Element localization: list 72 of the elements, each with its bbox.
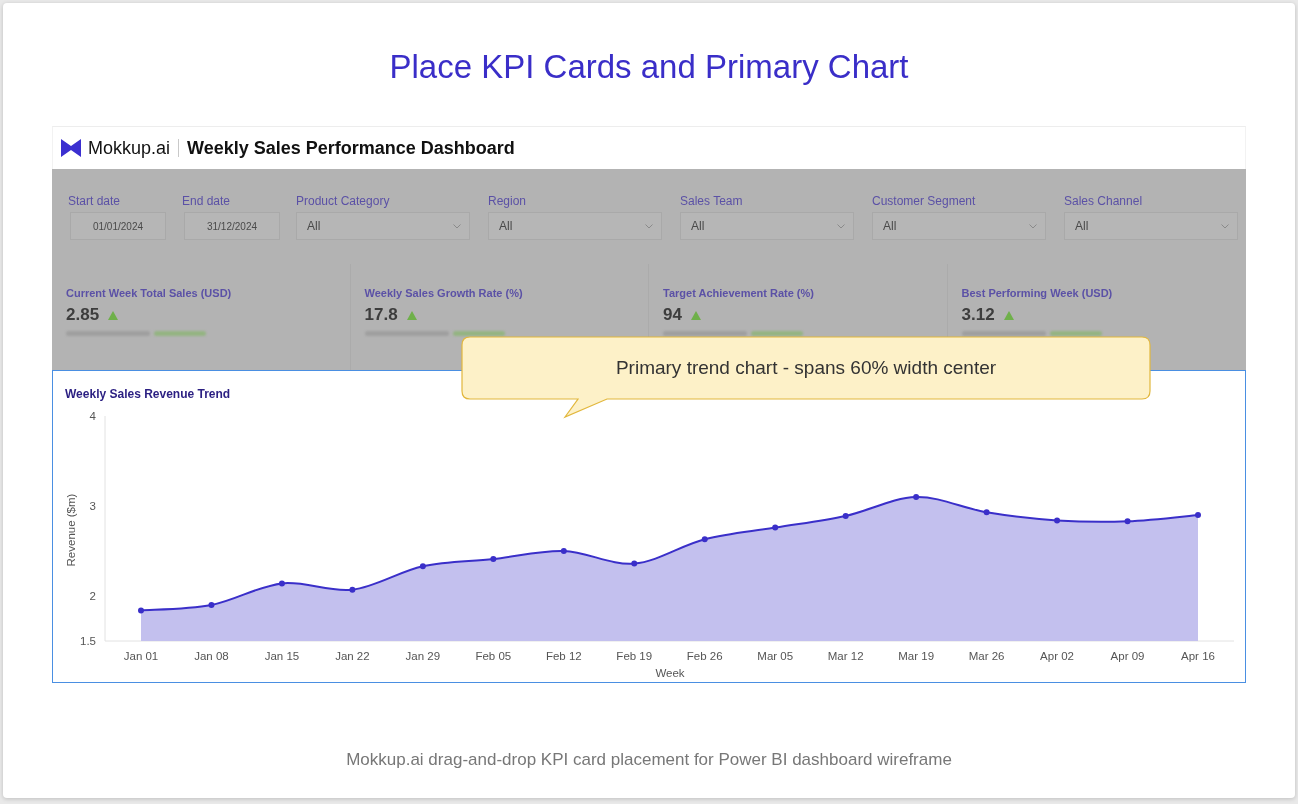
x-tick-label: Jan 01 xyxy=(123,650,159,662)
page-title: Place KPI Cards and Primary Chart xyxy=(389,47,909,87)
dropdown-field[interactable]: All xyxy=(1064,212,1238,240)
data-point xyxy=(913,494,920,500)
chart-title: Weekly Sales Revenue Trend xyxy=(65,386,231,402)
filter-label: Sales Channel xyxy=(1064,193,1143,209)
filter-label: Customer Segment xyxy=(872,193,976,209)
data-point xyxy=(560,548,567,554)
x-tick-label: Feb 12 xyxy=(545,650,582,662)
x-tick-label: Jan 29 xyxy=(405,650,441,662)
x-tick-label: Apr 02 xyxy=(1040,650,1074,662)
callout-text: Primary trend chart - spans 60% width center xyxy=(614,356,998,380)
y-tick-label: 4 xyxy=(89,410,96,422)
data-point xyxy=(419,563,426,570)
x-tick-label: Mar 12 xyxy=(827,650,864,662)
kpi-label: Current Week Total Sales (USD) xyxy=(66,286,232,300)
y-tick-label: 2 xyxy=(89,590,96,602)
x-tick-label: Feb 05 xyxy=(475,650,512,662)
chevron-down-icon xyxy=(837,223,845,229)
caption: Mokkup.ai drag-and-drop KPI card placement for Power BI dashboard wireframe xyxy=(346,749,952,771)
data-point xyxy=(208,602,215,608)
kpi-value: 94 xyxy=(663,304,682,326)
chevron-down-icon xyxy=(453,223,461,229)
x-tick-label: Feb 26 xyxy=(686,650,723,662)
y-tick-label: 1.5 xyxy=(80,635,96,647)
date-field[interactable]: 31/12/2024 xyxy=(184,212,280,240)
data-point xyxy=(1124,518,1131,525)
x-tick-label: Feb 19 xyxy=(616,650,653,662)
filter-label: Product Category xyxy=(296,193,390,209)
kpi-value: 17.8 xyxy=(364,304,398,326)
x-tick-label: Apr 09 xyxy=(1110,650,1145,662)
dropdown-field[interactable]: All xyxy=(872,212,1046,240)
date-field[interactable]: 01/01/2024 xyxy=(70,212,166,240)
filter-label: End date xyxy=(182,193,231,209)
data-point xyxy=(842,512,849,519)
logo-icon xyxy=(61,139,81,157)
filter-label: Sales Team xyxy=(680,193,743,209)
chevron-down-icon xyxy=(1029,223,1037,229)
x-tick-label: Mar 26 xyxy=(968,650,1005,662)
x-tick-label: Mar 19 xyxy=(898,650,935,662)
data-point xyxy=(138,607,144,614)
data-point xyxy=(983,509,990,516)
chevron-down-icon xyxy=(1221,223,1229,229)
data-point xyxy=(490,556,497,563)
x-axis-title: Week xyxy=(655,667,685,679)
x-tick-label: Apr 16 xyxy=(1181,650,1215,662)
x-tick-label: Jan 08 xyxy=(194,650,229,662)
dropdown-field[interactable]: All xyxy=(296,212,470,240)
kpi-label: Best Performing Week (USD) xyxy=(961,286,1113,300)
brand-name: Mokkup.ai xyxy=(88,137,171,159)
x-tick-label: Jan 15 xyxy=(264,650,300,662)
dropdown-field[interactable]: All xyxy=(680,212,854,240)
kpi-value: 3.12 xyxy=(961,304,995,326)
x-tick-label: Jan 22 xyxy=(335,650,370,662)
chevron-down-icon xyxy=(645,223,653,229)
x-tick-label: Mar 05 xyxy=(757,650,794,662)
data-point xyxy=(772,524,779,531)
data-point xyxy=(278,580,285,587)
filter-label: Start date xyxy=(68,193,121,209)
kpi-label: Weekly Sales Growth Rate (%) xyxy=(364,286,523,300)
data-point xyxy=(701,536,708,543)
kpi-label: Target Achievement Rate (%) xyxy=(663,286,814,300)
data-point xyxy=(1054,517,1061,524)
data-point xyxy=(631,560,638,567)
kpi-value: 2.85 xyxy=(66,304,100,326)
filter-label: Region xyxy=(488,193,527,209)
dashboard-title: Weekly Sales Performance Dashboard xyxy=(187,137,515,159)
data-point xyxy=(349,586,356,593)
y-axis-title: Revenue ($m) xyxy=(65,493,77,567)
y-tick-label: 3 xyxy=(89,500,96,512)
dropdown-field[interactable]: All xyxy=(488,212,662,240)
data-point xyxy=(1195,512,1201,518)
